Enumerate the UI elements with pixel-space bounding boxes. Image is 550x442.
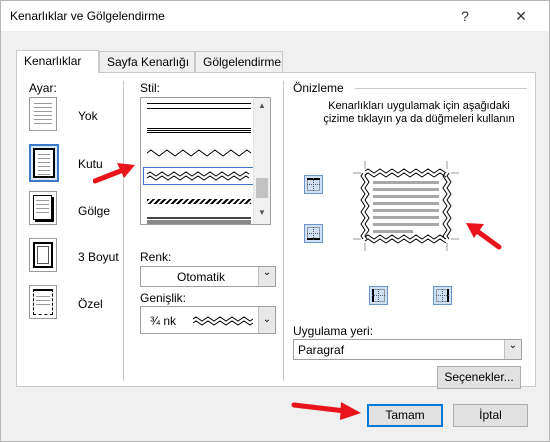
color-dropdown[interactable]: Otomatik ⌄ xyxy=(140,266,276,287)
borders-tab-panel: Ayar: Yok Kutu Gölge 3 Boyut Özel Stil: … xyxy=(16,72,536,389)
title-bar: Kenarlıklar ve Gölgelendirme ? ✕ xyxy=(1,1,549,31)
help-button[interactable]: ? xyxy=(453,5,477,27)
options-button[interactable]: Seçenekler... xyxy=(437,366,521,389)
preset-shadow-icon[interactable] xyxy=(29,191,57,225)
color-label: Renk: xyxy=(140,250,172,264)
style-selected-wavy[interactable] xyxy=(143,167,255,185)
width-value: ¾ nk xyxy=(150,314,177,328)
preset-shadow-label[interactable]: Gölge xyxy=(78,204,110,218)
style-wave-single[interactable] xyxy=(147,148,251,158)
tab-page-border[interactable]: Sayfa Kenarlığı xyxy=(99,51,195,72)
borders-shading-dialog: Kenarlıklar ve Gölgelendirme ? ✕ Kenarlı… xyxy=(0,0,550,442)
annotation-arrow-preview-icon xyxy=(466,223,502,250)
width-wavy-preview xyxy=(193,316,253,326)
chevron-down-icon[interactable]: ⌄ xyxy=(258,307,275,333)
dialog-title: Kenarlıklar ve Gölgelendirme xyxy=(10,9,165,23)
right-border-button[interactable] xyxy=(433,286,452,305)
scroll-down-icon[interactable]: ▼ xyxy=(258,208,266,217)
left-border-button[interactable] xyxy=(369,286,388,305)
tab-borders[interactable]: Kenarlıklar xyxy=(16,50,99,73)
preset-none-label[interactable]: Yok xyxy=(78,109,98,123)
apply-to-value: Paragraf xyxy=(298,343,345,357)
preview-instruction: Kenarlıkları uygulamak için aşağıdaki çi… xyxy=(323,100,515,125)
cancel-button[interactable]: İptal xyxy=(453,404,528,427)
preview-diagram[interactable] xyxy=(353,161,459,251)
annotation-arrow-ok-icon xyxy=(291,402,361,420)
bottom-border-button[interactable] xyxy=(304,224,323,243)
width-label: Genişlik: xyxy=(140,291,187,305)
preset-custom-icon[interactable] xyxy=(29,285,57,319)
style-list-scrollbar[interactable]: ▲ ▼ xyxy=(253,98,270,224)
preset-custom-label[interactable]: Özel xyxy=(78,297,103,311)
column-divider xyxy=(123,81,124,381)
preset-box-icon[interactable] xyxy=(29,144,59,182)
settings-heading: Ayar: xyxy=(29,81,57,95)
annotation-arrow-style-icon xyxy=(93,163,135,184)
close-button[interactable]: ✕ xyxy=(509,5,533,27)
chevron-down-icon[interactable]: ⌄ xyxy=(258,267,275,286)
ok-button[interactable]: Tamam xyxy=(367,404,443,427)
scroll-up-icon[interactable]: ▲ xyxy=(258,101,266,110)
preset-none-icon[interactable] xyxy=(29,97,57,131)
chevron-down-icon[interactable]: ⌄ xyxy=(504,340,521,359)
preset-3d-icon[interactable] xyxy=(29,238,57,272)
preview-heading: Önizleme xyxy=(293,81,344,95)
top-border-button[interactable] xyxy=(304,175,323,194)
apply-to-label: Uygulama yeri: xyxy=(293,324,374,338)
preview-heading-rule xyxy=(355,88,527,89)
style-heading: Stil: xyxy=(140,81,161,95)
color-value: Otomatik xyxy=(177,270,226,284)
apply-to-dropdown[interactable]: Paragraf ⌄ xyxy=(293,339,522,360)
style-list[interactable]: ▲ ▼ xyxy=(140,97,271,225)
scroll-thumb[interactable] xyxy=(256,178,268,198)
column-divider xyxy=(283,81,284,381)
preset-3d-label[interactable]: 3 Boyut xyxy=(78,250,119,264)
width-dropdown[interactable]: ¾ nk ⌄ xyxy=(140,306,276,334)
tab-shading[interactable]: Gölgelendirme xyxy=(195,51,283,72)
